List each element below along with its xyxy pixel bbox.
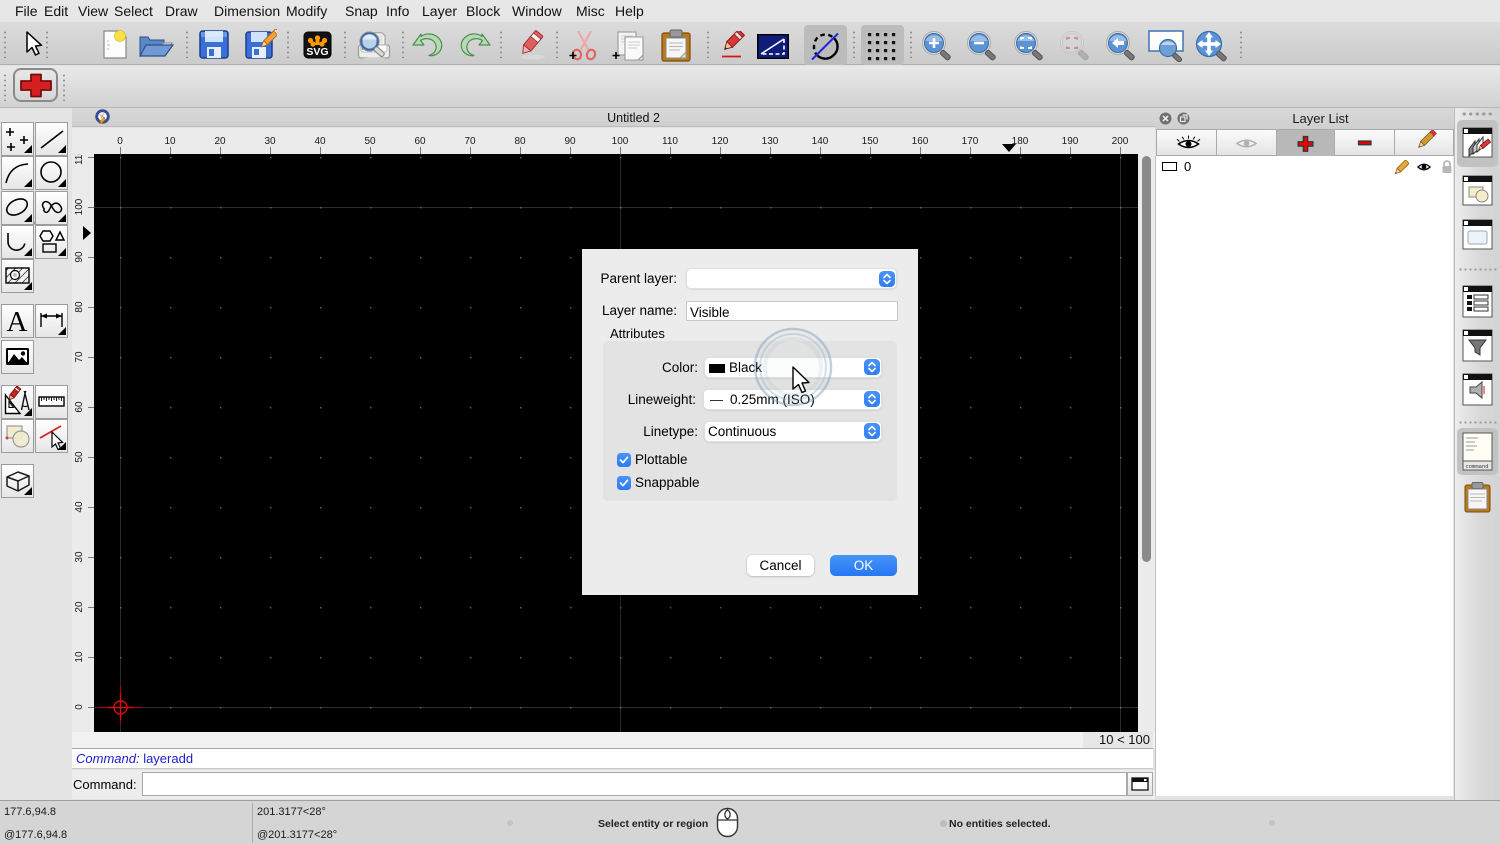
svg-text:160: 160 bbox=[912, 136, 929, 147]
svg-text:190: 190 bbox=[1062, 136, 1079, 147]
svg-text:10: 10 bbox=[74, 651, 85, 663]
svg-text:60: 60 bbox=[414, 136, 426, 147]
svg-text:100: 100 bbox=[74, 198, 85, 215]
svg-text:70: 70 bbox=[464, 136, 476, 147]
svg-text:command: command bbox=[1465, 463, 1488, 470]
svg-text:200: 200 bbox=[1112, 136, 1129, 147]
svg-text:110: 110 bbox=[662, 136, 678, 147]
svg-text:30: 30 bbox=[74, 551, 85, 563]
svg-text:80: 80 bbox=[74, 301, 85, 313]
svg-text:140: 140 bbox=[812, 136, 829, 147]
svg-text:40: 40 bbox=[74, 501, 85, 513]
svg-text:120: 120 bbox=[712, 136, 729, 147]
svg-text:10: 10 bbox=[164, 136, 176, 147]
svg-text:130: 130 bbox=[762, 136, 779, 147]
svg-text:20: 20 bbox=[74, 601, 85, 613]
svg-text:SVG: SVG bbox=[306, 46, 328, 58]
svg-text:90: 90 bbox=[564, 136, 576, 147]
svg-text:100: 100 bbox=[612, 136, 629, 147]
svg-text:90: 90 bbox=[74, 251, 85, 263]
svg-text:0: 0 bbox=[117, 136, 123, 147]
svg-text:20: 20 bbox=[214, 136, 226, 147]
svg-text:150: 150 bbox=[862, 136, 879, 147]
svg-text:50: 50 bbox=[364, 136, 376, 147]
svg-text:60: 60 bbox=[74, 401, 85, 413]
svg-text:110: 110 bbox=[74, 154, 85, 165]
svg-text:40: 40 bbox=[314, 136, 326, 147]
svg-text:A: A bbox=[7, 306, 28, 337]
svg-text:30: 30 bbox=[264, 136, 276, 147]
svg-text:0: 0 bbox=[74, 704, 85, 710]
svg-text:170: 170 bbox=[962, 136, 979, 147]
svg-text:70: 70 bbox=[74, 351, 85, 363]
svg-text:50: 50 bbox=[74, 451, 85, 463]
svg-text:80: 80 bbox=[514, 136, 526, 147]
